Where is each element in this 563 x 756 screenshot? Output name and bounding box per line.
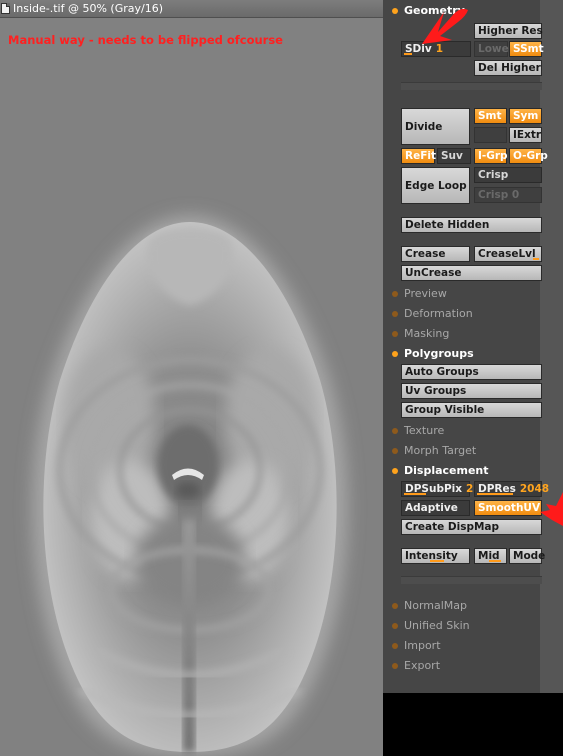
section-export[interactable]: Export (392, 659, 440, 672)
section-dot-icon (392, 662, 398, 669)
section-normalmap[interactable]: NormalMap (392, 599, 467, 612)
red-arrow-icon (422, 8, 468, 44)
divide-button[interactable]: Divide (401, 108, 470, 145)
section-normalmap-label: NormalMap (404, 599, 468, 612)
crease-lvl-label: CreaseLvl (478, 248, 536, 260)
section-polygroups[interactable]: Polygroups (392, 347, 474, 360)
section-export-label: Export (404, 659, 441, 672)
smoothuv-button[interactable]: SmoothUV (474, 500, 542, 516)
section-import-label: Import (404, 639, 441, 652)
delete-hidden-button[interactable]: Delete Hidden (401, 217, 542, 233)
iextr-button[interactable]: IExtr (509, 127, 542, 143)
section-polygroups-label: Polygroups (404, 347, 474, 360)
section-preview[interactable]: Preview (392, 287, 447, 300)
section-morph-target[interactable]: Morph Target (392, 444, 476, 457)
section-texture[interactable]: Texture (392, 424, 444, 437)
section-unified-skin[interactable]: Unified Skin (392, 619, 470, 632)
intensity-slider-mark (430, 560, 444, 562)
crease-lvl-slider[interactable]: CreaseLvl (474, 246, 542, 262)
crisp-button[interactable]: Crisp (474, 167, 542, 183)
section-dot-icon (392, 602, 398, 609)
separator (401, 576, 542, 584)
displacement-map-image (0, 0, 383, 756)
section-texture-label: Texture (404, 424, 445, 437)
section-masking-label: Masking (404, 327, 450, 340)
red-arrow-icon (540, 492, 563, 526)
dpsubpix-slider[interactable]: DPSubPix 2 (401, 481, 474, 497)
dpsubpix-value: 2 (466, 483, 474, 495)
section-dot-icon (392, 427, 398, 434)
window-title: Inside-.tif @ 50% (Gray/16) (13, 2, 163, 15)
dpsubpix-slider-mark (404, 493, 426, 495)
section-deformation[interactable]: Deformation (392, 307, 473, 320)
uv-groups-button[interactable]: Uv Groups (401, 383, 542, 399)
refit-button[interactable]: ReFit (401, 148, 436, 164)
section-dot-icon (392, 290, 398, 297)
mid-slider-mark (489, 560, 501, 562)
section-unified-skin-label: Unified Skin (404, 619, 470, 632)
section-dot-icon (392, 642, 398, 649)
edge-loop-button[interactable]: Edge Loop (401, 167, 470, 204)
adaptive-button[interactable]: Adaptive (401, 500, 470, 516)
section-dot-icon (392, 330, 398, 337)
o-grp-button[interactable]: O-Grp (509, 148, 548, 164)
auto-groups-button[interactable]: Auto Groups (401, 364, 542, 380)
del-higher-button[interactable]: Del Higher (474, 60, 542, 76)
image-window: Inside-.tif @ 50% (Gray/16) Manual way -… (0, 0, 383, 756)
group-visible-button[interactable]: Group Visible (401, 402, 542, 418)
section-dot-icon (392, 622, 398, 629)
palette-scroll-strip[interactable] (540, 0, 563, 693)
suv-button[interactable]: Suv (437, 148, 471, 164)
uncrease-button[interactable]: UnCrease (401, 265, 542, 281)
blank-button (474, 127, 507, 143)
higher-res-button[interactable]: Higher Res (474, 23, 543, 39)
dpres-slider[interactable]: DPRes 2048 (474, 481, 549, 497)
section-dot-icon (392, 350, 398, 357)
mode-button[interactable]: Mode (509, 548, 545, 564)
section-dot-icon (392, 310, 398, 317)
palette-bottom-blank (383, 693, 563, 756)
section-dot-icon (392, 447, 398, 454)
crisp-slider[interactable]: Crisp 0 (474, 187, 542, 203)
dpres-slider-mark (477, 493, 513, 495)
annotation-text: Manual way - needs to be flipped ofcours… (8, 33, 283, 47)
section-dot-icon (392, 7, 398, 14)
crease-button[interactable]: Crease (401, 246, 470, 262)
section-displacement[interactable]: Displacement (392, 464, 489, 477)
lower-res-button[interactable]: Lower (474, 41, 514, 57)
separator (401, 82, 542, 90)
mid-slider[interactable]: Mid (474, 548, 507, 564)
section-dot-icon (392, 467, 398, 474)
crease-lvl-slider-mark (533, 258, 539, 260)
ssmt-button[interactable]: SSmt (509, 41, 544, 57)
section-masking[interactable]: Masking (392, 327, 449, 340)
window-titlebar[interactable]: Inside-.tif @ 50% (Gray/16) (0, 0, 383, 18)
section-preview-label: Preview (404, 287, 447, 300)
section-deformation-label: Deformation (404, 307, 473, 320)
section-morph-target-label: Morph Target (404, 444, 477, 457)
i-grp-button[interactable]: I-Grp (474, 148, 508, 164)
intensity-slider[interactable]: Intensity (401, 548, 470, 564)
smt-button[interactable]: Smt (474, 108, 507, 124)
document-icon (1, 3, 10, 14)
create-dispmap-button[interactable]: Create DispMap (401, 519, 542, 535)
sym-button[interactable]: Sym (509, 108, 542, 124)
section-displacement-label: Displacement (404, 464, 489, 477)
section-import[interactable]: Import (392, 639, 441, 652)
